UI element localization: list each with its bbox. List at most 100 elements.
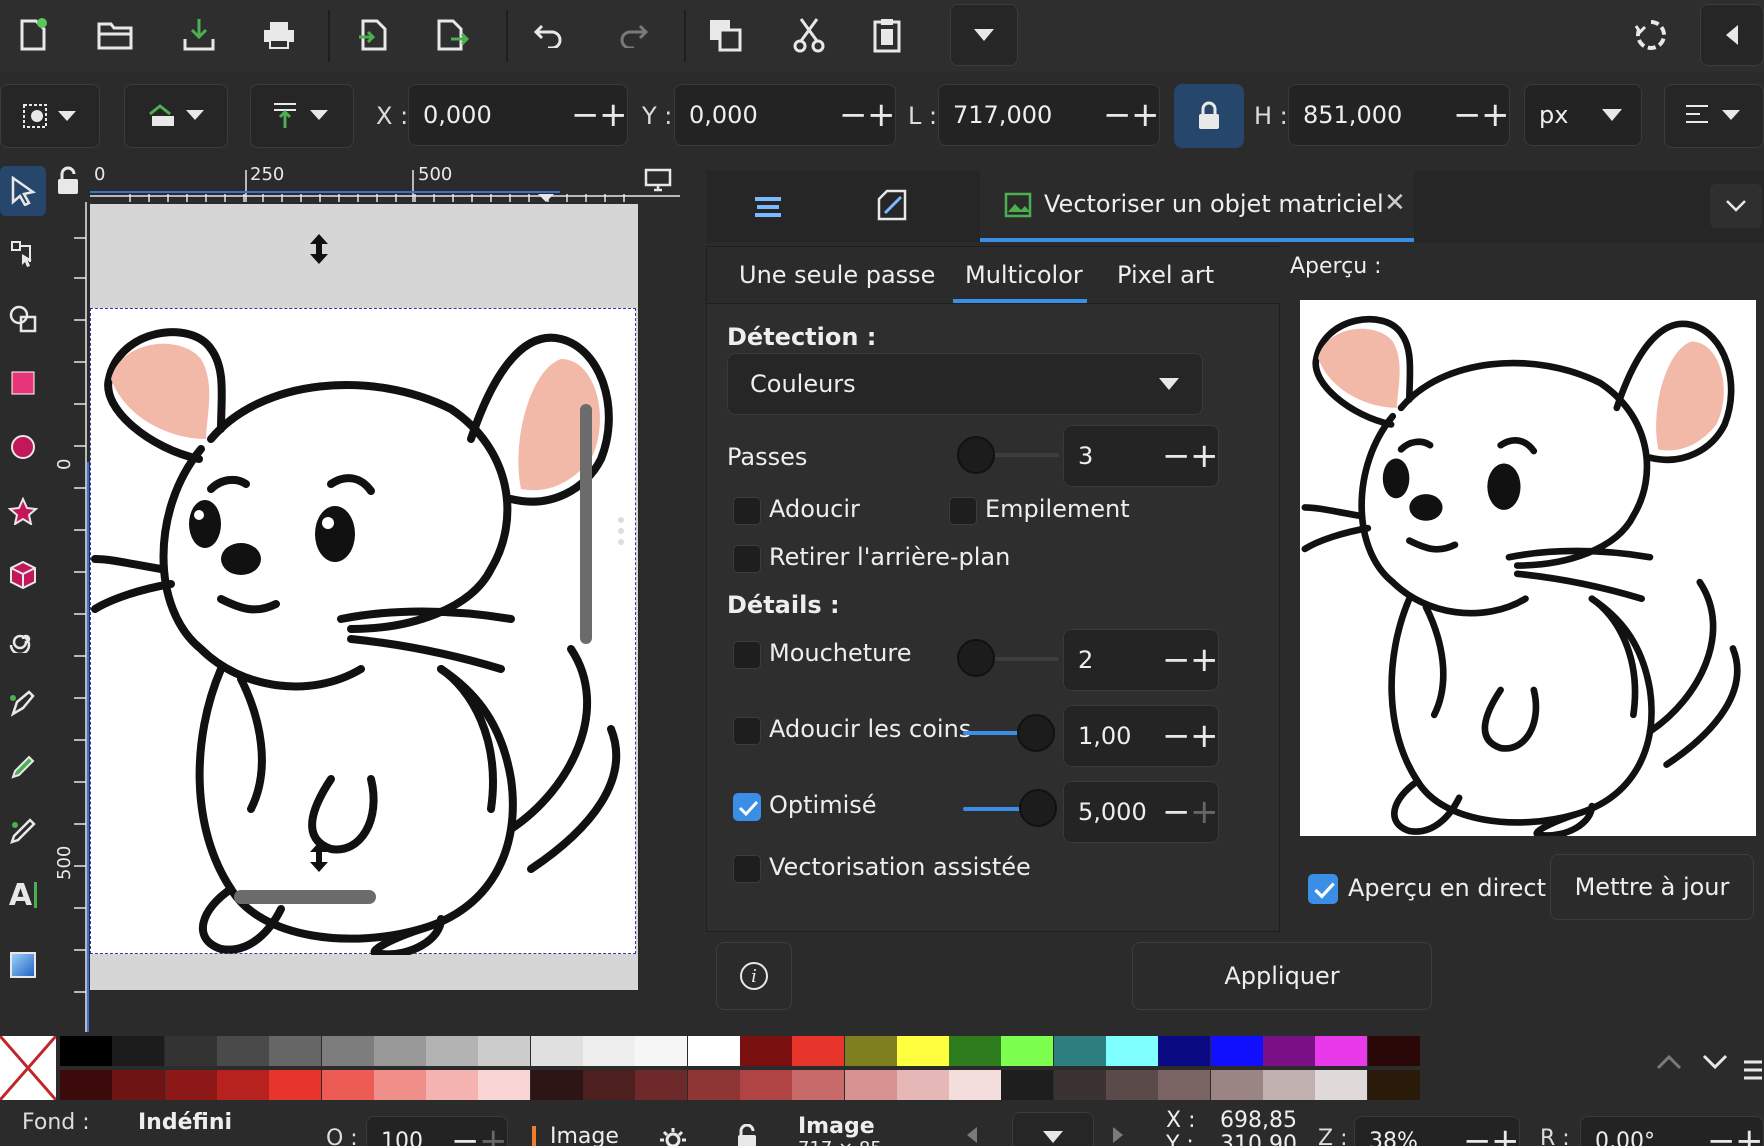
palette-swatch[interactable] xyxy=(1001,1036,1054,1066)
display-mode-icon[interactable] xyxy=(644,168,672,196)
palette-swatch[interactable] xyxy=(321,1070,374,1100)
palette-swatch[interactable] xyxy=(1158,1070,1211,1100)
palette-swatch[interactable] xyxy=(635,1036,688,1066)
palette-swatch[interactable] xyxy=(426,1036,479,1066)
palette-swatch[interactable] xyxy=(687,1070,740,1100)
palette-swatch[interactable] xyxy=(1210,1070,1263,1100)
optimise-checkbox[interactable] xyxy=(733,793,761,821)
apply-button[interactable]: Appliquer xyxy=(1132,942,1432,1010)
tab-single-pass[interactable]: Une seule passe xyxy=(739,261,935,289)
zoom-field[interactable]: 38% − + xyxy=(1354,1116,1520,1146)
unit-dropdown[interactable]: px xyxy=(1524,84,1642,146)
tab-trace-bitmap[interactable]: Vectoriser un objet matriciel ✕ xyxy=(980,170,1414,242)
decrement-icon[interactable]: − xyxy=(1162,439,1191,473)
redo-icon[interactable] xyxy=(610,12,656,58)
palette-swatch[interactable] xyxy=(792,1070,845,1100)
cut-icon[interactable] xyxy=(786,12,832,58)
scale-handle-top-icon[interactable] xyxy=(308,232,330,270)
adoucir-checkbox[interactable] xyxy=(733,497,761,525)
3d-box-tool-icon[interactable] xyxy=(0,550,46,600)
palette-swatch[interactable] xyxy=(739,1036,792,1066)
adoucir-coins-spin[interactable]: 1,00 − + xyxy=(1063,705,1219,767)
width-field[interactable]: 717,000 − + xyxy=(938,84,1160,146)
detection-dropdown[interactable]: Couleurs xyxy=(727,353,1203,415)
more-dropdown-icon[interactable] xyxy=(950,4,1018,66)
rotation-field[interactable]: 0,00° − + xyxy=(1580,1116,1764,1146)
layer-dropdown[interactable] xyxy=(124,84,228,148)
height-field[interactable]: 851,000 − + xyxy=(1288,84,1510,146)
palette-swatch[interactable] xyxy=(321,1036,374,1066)
gradient-tool-icon[interactable] xyxy=(0,940,46,990)
palette-swatch[interactable] xyxy=(844,1070,897,1100)
prev-layer-icon[interactable] xyxy=(966,1126,978,1146)
increment-icon[interactable]: + xyxy=(1190,719,1219,753)
optimise-slider-knob[interactable] xyxy=(1019,789,1057,827)
decrement-icon[interactable]: − xyxy=(1103,98,1132,132)
layer-lock-icon[interactable] xyxy=(736,1123,758,1146)
decrement-icon[interactable]: − xyxy=(1162,795,1191,829)
palette-swatch[interactable] xyxy=(478,1070,531,1100)
vertical-scrollbar[interactable] xyxy=(580,404,592,644)
palette-swatch[interactable] xyxy=(269,1070,322,1100)
palette-swatch[interactable] xyxy=(1262,1070,1315,1100)
palette-swatch[interactable] xyxy=(1053,1036,1106,1066)
palette-swatch[interactable] xyxy=(739,1070,792,1100)
guide-lock-icon[interactable] xyxy=(56,166,80,196)
rectangle-tool-icon[interactable] xyxy=(0,358,46,408)
palette-swatch[interactable] xyxy=(426,1070,479,1100)
tab-pixel-art[interactable]: Pixel art xyxy=(1117,261,1214,289)
palette-swatch[interactable] xyxy=(1001,1070,1054,1100)
palette-swatch[interactable] xyxy=(530,1036,583,1066)
palette-swatch[interactable] xyxy=(60,1070,112,1100)
decrement-icon[interactable]: − xyxy=(1707,1124,1736,1146)
paste-icon[interactable] xyxy=(864,12,910,58)
palette-swatch[interactable] xyxy=(373,1036,426,1066)
decrement-icon[interactable]: − xyxy=(1453,98,1482,132)
palette-swatch[interactable] xyxy=(792,1036,845,1066)
palette-swatch[interactable] xyxy=(269,1036,322,1066)
palette-swatch[interactable] xyxy=(112,1070,165,1100)
palette-scroll-up-icon[interactable] xyxy=(1656,1054,1682,1074)
moucheture-slider-knob[interactable] xyxy=(957,639,995,677)
passes-slider-knob[interactable] xyxy=(957,436,995,474)
y-field[interactable]: 0,000 − + xyxy=(674,84,896,146)
increment-icon[interactable]: + xyxy=(867,98,896,132)
lock-ratio-button[interactable] xyxy=(1174,84,1244,148)
palette-swatch[interactable] xyxy=(1210,1036,1263,1066)
shape-builder-icon[interactable] xyxy=(0,294,46,344)
palette-swatch[interactable] xyxy=(1106,1036,1158,1066)
tab-multicolor[interactable]: Multicolor xyxy=(953,247,1087,303)
increment-icon[interactable]: + xyxy=(599,98,628,132)
new-document-icon[interactable] xyxy=(10,12,56,58)
export-icon[interactable] xyxy=(350,12,396,58)
empilement-checkbox[interactable] xyxy=(949,497,977,525)
decrement-icon[interactable]: − xyxy=(1162,719,1191,753)
palette-swatch[interactable] xyxy=(949,1070,1002,1100)
moucheture-checkbox[interactable] xyxy=(733,641,761,669)
optimise-spin[interactable]: 5,000 − + xyxy=(1063,781,1219,843)
palette-swatch[interactable] xyxy=(1315,1070,1368,1100)
adoucir-coins-slider-knob[interactable] xyxy=(1017,714,1055,752)
horizontal-scrollbar[interactable] xyxy=(234,890,376,904)
layer-name[interactable]: Image xyxy=(550,1124,619,1146)
undo-icon[interactable] xyxy=(526,12,572,58)
increment-icon[interactable]: + xyxy=(1481,98,1510,132)
export-as-icon[interactable] xyxy=(430,12,476,58)
spiral-tool-icon[interactable] xyxy=(0,614,46,664)
info-button[interactable]: i xyxy=(716,942,792,1010)
canvas-image[interactable] xyxy=(90,308,636,959)
palette-swatch[interactable] xyxy=(112,1036,165,1066)
canvas-area[interactable]: 0 250 500 0 500 xyxy=(50,160,680,1032)
palette-swatch[interactable] xyxy=(949,1036,1002,1066)
selector-tool-icon[interactable] xyxy=(0,166,46,216)
no-paint-swatch[interactable] xyxy=(0,1035,58,1101)
ellipse-tool-icon[interactable] xyxy=(0,422,46,472)
visibility-icon[interactable] xyxy=(658,1126,688,1146)
fill-value[interactable]: Indéfini xyxy=(138,1110,232,1135)
next-layer-icon[interactable] xyxy=(1112,1126,1124,1146)
palette-swatch[interactable] xyxy=(1262,1036,1315,1066)
palette-swatch[interactable] xyxy=(1158,1036,1211,1066)
palette-swatch[interactable] xyxy=(60,1036,112,1066)
node-tool-icon[interactable] xyxy=(0,230,46,280)
duplicate-icon[interactable] xyxy=(702,12,748,58)
